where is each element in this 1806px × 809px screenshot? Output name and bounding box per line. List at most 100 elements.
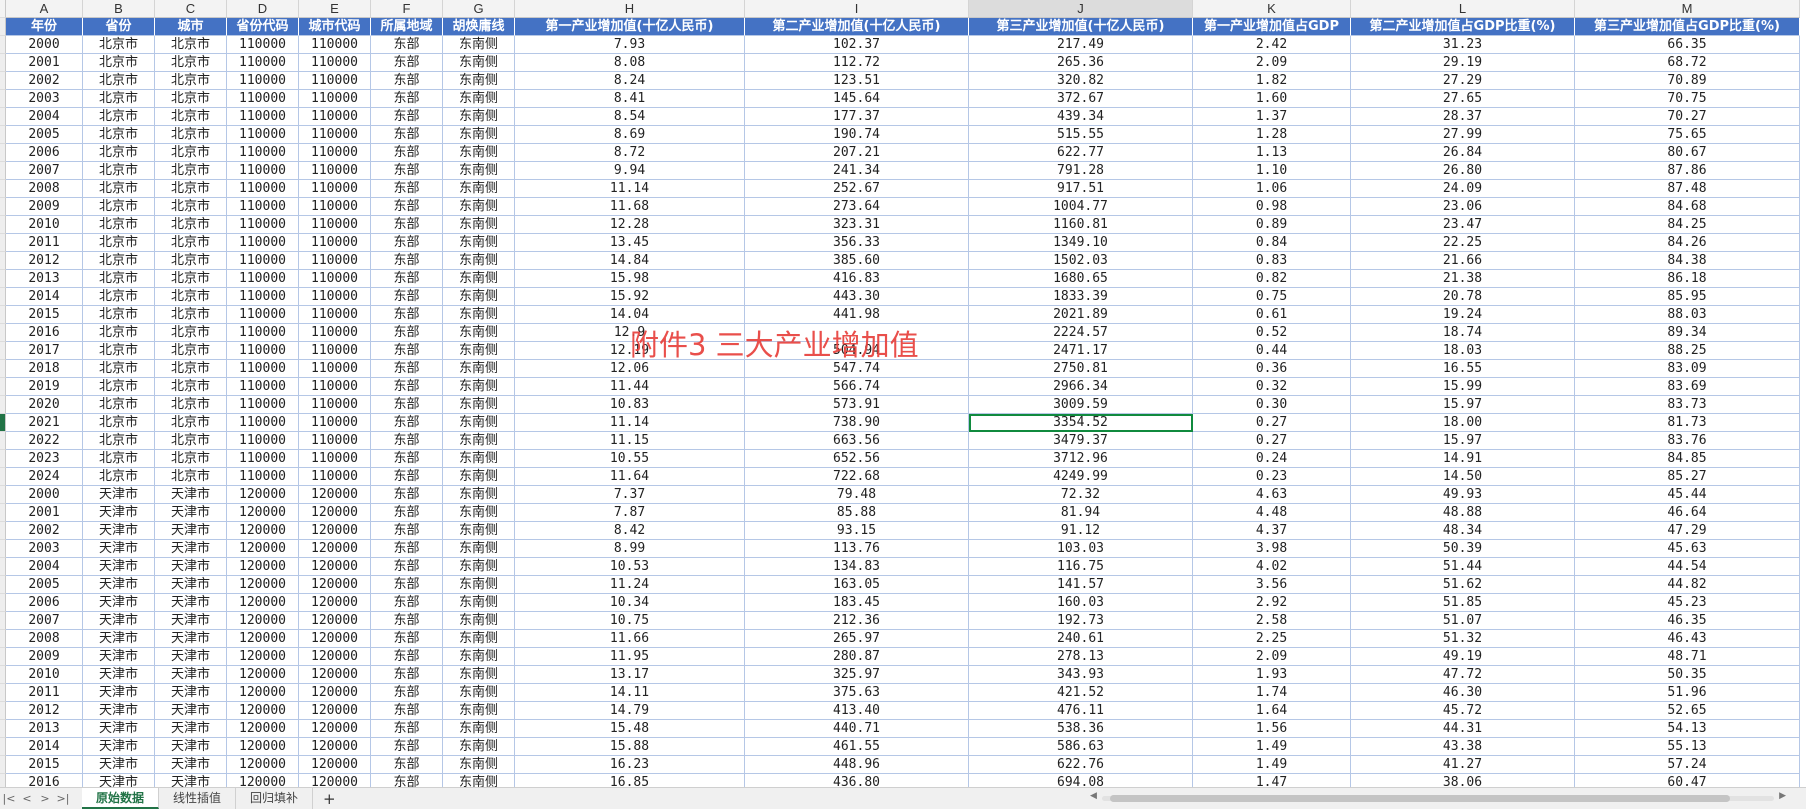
table-cell[interactable]: 87.86 xyxy=(1575,162,1800,180)
table-cell[interactable]: 120000 xyxy=(299,486,371,504)
table-cell[interactable]: 1349.10 xyxy=(969,234,1193,252)
header-cell[interactable]: 年份 xyxy=(6,18,83,36)
table-cell[interactable]: 120000 xyxy=(227,540,299,558)
table-cell[interactable]: 14.79 xyxy=(515,702,745,720)
table-cell[interactable]: 110000 xyxy=(299,252,371,270)
table-cell[interactable]: 2008 xyxy=(6,180,83,198)
table-cell[interactable]: 东部 xyxy=(371,108,443,126)
table-cell[interactable]: 天津市 xyxy=(155,702,227,720)
table-cell[interactable]: 东部 xyxy=(371,252,443,270)
table-cell[interactable]: 14.84 xyxy=(515,252,745,270)
table-cell[interactable]: 110000 xyxy=(227,306,299,324)
table-cell[interactable]: 2020 xyxy=(6,396,83,414)
table-cell[interactable]: 11.64 xyxy=(515,468,745,486)
table-cell[interactable]: 120000 xyxy=(299,522,371,540)
table-cell[interactable]: 天津市 xyxy=(83,666,155,684)
table-cell[interactable]: 北京市 xyxy=(155,270,227,288)
table-cell[interactable]: 天津市 xyxy=(155,540,227,558)
table-cell[interactable]: 110000 xyxy=(227,108,299,126)
table-cell[interactable]: 44.82 xyxy=(1575,576,1800,594)
table-cell[interactable]: 天津市 xyxy=(155,594,227,612)
table-cell[interactable]: 50.39 xyxy=(1351,540,1575,558)
table-cell[interactable]: 北京市 xyxy=(155,306,227,324)
table-cell[interactable]: 东部 xyxy=(371,666,443,684)
table-cell[interactable]: 东南侧 xyxy=(443,702,515,720)
table-cell[interactable]: 12.06 xyxy=(515,360,745,378)
table-cell[interactable]: 北京市 xyxy=(83,378,155,396)
table-cell[interactable]: 1160.81 xyxy=(969,216,1193,234)
table-cell[interactable]: 47.29 xyxy=(1575,522,1800,540)
column-header-g[interactable]: G xyxy=(443,0,515,18)
table-cell[interactable]: 113.76 xyxy=(745,540,969,558)
table-cell[interactable]: 86.18 xyxy=(1575,270,1800,288)
table-cell[interactable]: 北京市 xyxy=(83,162,155,180)
table-cell[interactable]: 东南侧 xyxy=(443,54,515,72)
table-cell[interactable]: 120000 xyxy=(227,666,299,684)
table-cell[interactable]: 28.37 xyxy=(1351,108,1575,126)
table-cell[interactable]: 4.63 xyxy=(1193,486,1351,504)
table-cell[interactable]: 21.38 xyxy=(1351,270,1575,288)
table-cell[interactable]: 12.28 xyxy=(515,216,745,234)
table-cell[interactable]: 51.85 xyxy=(1351,594,1575,612)
table-cell[interactable]: 天津市 xyxy=(155,666,227,684)
table-cell[interactable]: 0.83 xyxy=(1193,252,1351,270)
table-cell[interactable]: 443.30 xyxy=(745,288,969,306)
table-cell[interactable]: 天津市 xyxy=(155,738,227,756)
header-cell[interactable]: 第一产业增加值(十亿人民币) xyxy=(515,18,745,36)
table-cell[interactable]: 110000 xyxy=(227,270,299,288)
table-cell[interactable]: 天津市 xyxy=(83,522,155,540)
table-cell[interactable]: 190.74 xyxy=(745,126,969,144)
table-cell[interactable]: 110000 xyxy=(227,450,299,468)
table-cell[interactable]: 2471.17 xyxy=(969,342,1193,360)
table-cell[interactable]: 48.71 xyxy=(1575,648,1800,666)
table-cell[interactable]: 东南侧 xyxy=(443,738,515,756)
table-cell[interactable]: 566.74 xyxy=(745,378,969,396)
table-cell[interactable]: 120000 xyxy=(227,612,299,630)
table-cell[interactable]: 27.65 xyxy=(1351,90,1575,108)
table-cell[interactable]: 2010 xyxy=(6,666,83,684)
table-cell[interactable]: 110000 xyxy=(227,396,299,414)
column-header-f[interactable]: F xyxy=(371,0,443,18)
table-cell[interactable]: 东南侧 xyxy=(443,216,515,234)
table-cell[interactable]: 738.90 xyxy=(745,414,969,432)
table-cell[interactable]: 120000 xyxy=(227,774,299,787)
table-cell[interactable]: 15.98 xyxy=(515,270,745,288)
table-cell[interactable]: 110000 xyxy=(227,36,299,54)
table-cell[interactable]: 120000 xyxy=(299,594,371,612)
header-cell[interactable]: 胡焕庸线 xyxy=(443,18,515,36)
table-cell[interactable]: 120000 xyxy=(227,558,299,576)
table-cell[interactable]: 217.49 xyxy=(969,36,1193,54)
table-cell[interactable]: 10.75 xyxy=(515,612,745,630)
table-cell[interactable]: 46.64 xyxy=(1575,504,1800,522)
table-cell[interactable]: 东南侧 xyxy=(443,540,515,558)
table-cell[interactable]: 45.63 xyxy=(1575,540,1800,558)
table-cell[interactable]: 110000 xyxy=(227,54,299,72)
table-cell[interactable]: 917.51 xyxy=(969,180,1193,198)
table-cell[interactable]: 2021.89 xyxy=(969,306,1193,324)
table-cell[interactable]: 北京市 xyxy=(155,72,227,90)
table-cell[interactable]: 120000 xyxy=(227,522,299,540)
table-cell[interactable]: 东部 xyxy=(371,756,443,774)
table-cell[interactable]: 2017 xyxy=(6,342,83,360)
table-cell[interactable]: 北京市 xyxy=(155,234,227,252)
table-cell[interactable]: 45.23 xyxy=(1575,594,1800,612)
table-cell[interactable]: 11.68 xyxy=(515,198,745,216)
table-cell[interactable]: 439.34 xyxy=(969,108,1193,126)
table-cell[interactable]: 东南侧 xyxy=(443,270,515,288)
table-cell[interactable]: 东部 xyxy=(371,396,443,414)
table-cell[interactable]: 120000 xyxy=(227,648,299,666)
table-cell[interactable]: 110000 xyxy=(227,234,299,252)
table-cell[interactable]: 110000 xyxy=(299,198,371,216)
table-cell[interactable]: 1.47 xyxy=(1193,774,1351,787)
table-cell[interactable]: 0.61 xyxy=(1193,306,1351,324)
table-cell[interactable]: 0.36 xyxy=(1193,360,1351,378)
table-cell[interactable]: 1.93 xyxy=(1193,666,1351,684)
table-cell[interactable]: 110000 xyxy=(299,360,371,378)
table-cell[interactable]: 东部 xyxy=(371,144,443,162)
table-cell[interactable]: 东南侧 xyxy=(443,684,515,702)
table-cell[interactable]: 1.13 xyxy=(1193,144,1351,162)
table-cell[interactable]: 天津市 xyxy=(155,684,227,702)
table-cell[interactable]: 476.11 xyxy=(969,702,1193,720)
table-cell[interactable]: 1.37 xyxy=(1193,108,1351,126)
table-cell[interactable]: 47.72 xyxy=(1351,666,1575,684)
